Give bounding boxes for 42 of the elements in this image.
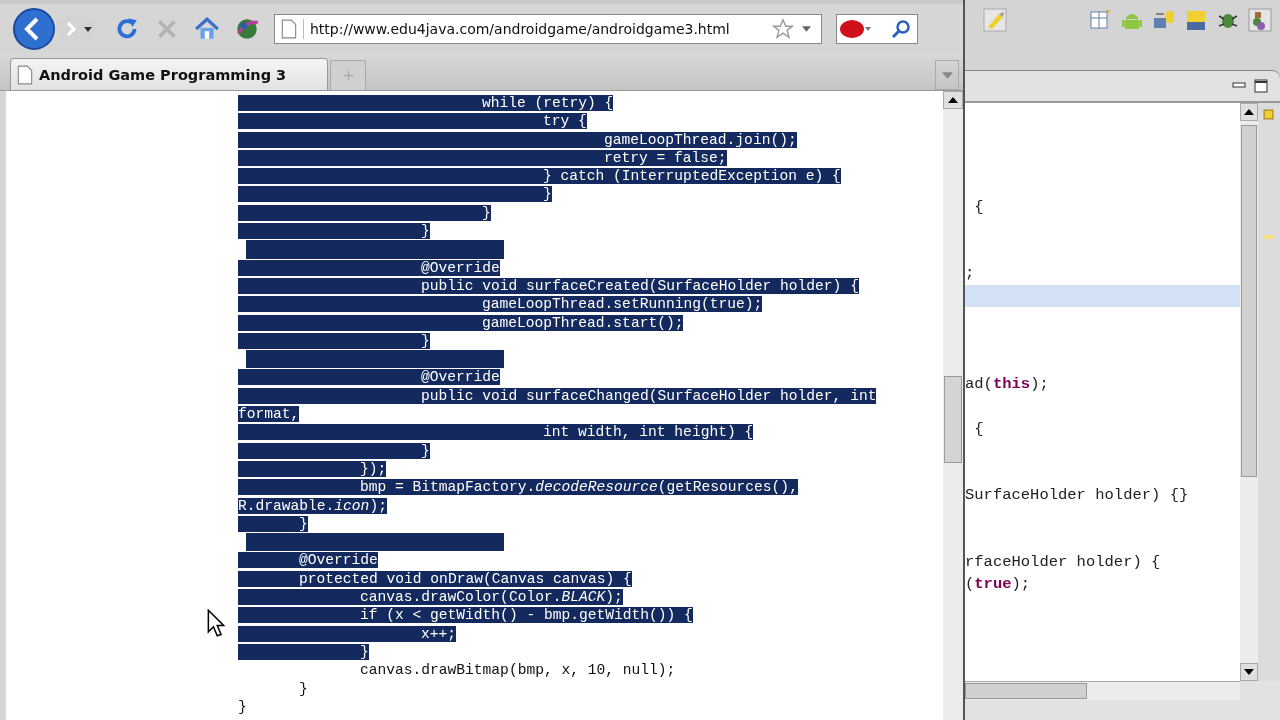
table-icon[interactable] [1088,8,1112,32]
code-line: { [973,419,984,438]
database-icon[interactable] [1184,8,1208,32]
code-line: } [298,680,308,697]
new-tab-button[interactable] [330,60,366,90]
plus-icon [342,70,354,81]
page-icon [17,64,33,85]
scroll-thumb[interactable] [1241,125,1257,477]
search-field[interactable] [836,14,918,44]
highlighter-icon[interactable] [983,8,1007,32]
star-icon[interactable] [772,18,794,40]
cursor-icon [207,609,225,637]
code-line: ; [965,264,975,283]
dropdown-icon[interactable] [802,26,811,32]
scrollbar[interactable] [1240,103,1258,681]
scrollbar[interactable] [943,91,963,720]
scroll-thumb[interactable] [944,376,962,463]
up-arrow-icon[interactable] [948,97,958,103]
browser-tab[interactable]: Android Game Programming 3 [10,58,328,90]
address-bar[interactable]: http://www.edu4java.com/androidgame/androidgame3.html [274,14,822,44]
back-icon[interactable] [12,7,56,51]
horizontal-scrollbar[interactable] [965,681,1240,700]
code-line: SurfaceHolder holder) {} [965,486,1189,505]
warning-marker-icon[interactable] [1263,109,1274,120]
code-line: } [238,698,247,715]
home-icon[interactable] [194,16,220,42]
page-icon [281,19,304,39]
occurrence-marker-icon[interactable] [1263,235,1274,239]
maximize-icon[interactable] [1254,79,1268,93]
down-arrow-icon[interactable] [1244,669,1254,675]
java-perspective-icon[interactable] [1248,8,1272,32]
ask-logo-icon [839,18,873,40]
up-arrow-icon[interactable] [1244,109,1254,115]
scroll-thumb[interactable] [965,683,1087,699]
code-line: (true); [965,574,1031,593]
caret-icon [941,69,953,81]
code-line: ad(this); [965,375,1049,394]
code-line: canvas.drawBitmap(bmp, x, 10, null); [359,662,676,679]
code-line: { [973,197,984,216]
search-icon[interactable] [891,19,911,39]
tab-list-button[interactable] [935,60,959,90]
code-line: rfaceHolder holder) { [965,552,1161,571]
